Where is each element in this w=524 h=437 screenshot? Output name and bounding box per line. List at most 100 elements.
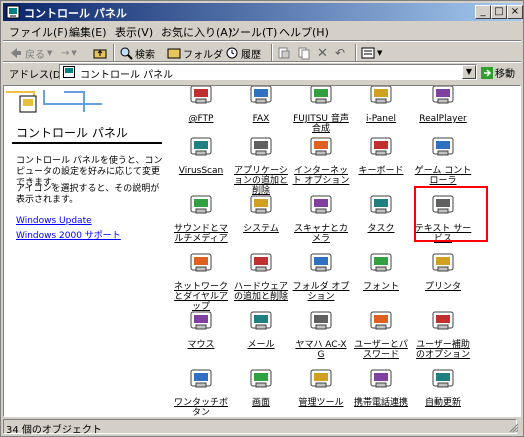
control-panel-item-label: 管理ツール — [298, 398, 344, 408]
move-to-icon — [278, 47, 290, 59]
accessibility-icon — [432, 311, 454, 330]
control-panel-item[interactable]: 携帯電話連携 — [352, 364, 410, 416]
control-panel-item[interactable]: アプリケーションの追加と削除 — [232, 132, 290, 196]
ftp-icon — [190, 86, 212, 104]
info-hint: アイコンを選択すると、その説明が表示されます。 — [16, 184, 160, 205]
history-icon — [226, 47, 238, 59]
delete-button[interactable]: ✕ — [317, 45, 328, 61]
menu-file[interactable]: ファイル(F) — [9, 24, 68, 40]
status-text: 34 個のオブジェクト — [6, 425, 102, 436]
control-panel-item[interactable]: フォルダ オプション — [292, 248, 350, 308]
move-to-button[interactable] — [277, 45, 291, 61]
content-area: コントロール パネル コントロール パネルを使うと、コンピュータの設定を好みに応… — [3, 85, 521, 417]
control-panel-item[interactable]: サウンドとマルチメディア — [172, 190, 230, 250]
info-pane-title: コントロール パネル — [16, 126, 128, 140]
menu-bar: ファイル(F) 編集(E) 表示(V) お気に入り(A) ツール(T) ヘルプ(… — [3, 22, 521, 40]
go-button[interactable]: 移動 — [481, 65, 515, 80]
control-panel-item[interactable]: ワンタッチボタン — [172, 364, 230, 416]
title-bar[interactable]: コントロール パネル _ □ × — [3, 3, 523, 21]
control-panel-item[interactable]: ユーザーとパスワード — [352, 306, 410, 366]
control-panel-icon — [6, 5, 20, 19]
control-panel-item-label: キーボード — [358, 166, 404, 176]
auto-update-icon — [432, 369, 454, 388]
minimize-button[interactable]: _ — [475, 5, 491, 19]
control-panel-item[interactable]: タスク — [352, 190, 410, 250]
close-button[interactable]: × — [507, 5, 523, 19]
keyboard-icon — [370, 137, 392, 156]
control-panel-window: コントロール パネル _ □ × ファイル(F) 編集(E) 表示(V) お気に… — [0, 0, 524, 437]
control-panel-item[interactable]: 画面 — [232, 364, 290, 416]
menu-edit[interactable]: 編集(E) — [69, 24, 107, 40]
maximize-button[interactable]: □ — [491, 5, 507, 19]
resize-grip-icon[interactable] — [509, 423, 519, 433]
menu-help[interactable]: ヘルプ(H) — [279, 24, 329, 40]
search-button[interactable]: 検索 — [119, 45, 155, 61]
window-title: コントロール パネル — [24, 7, 127, 20]
up-folder-icon — [93, 49, 107, 59]
mobile-phone-icon — [370, 369, 392, 388]
game-controller-icon — [432, 137, 454, 156]
history-button[interactable]: 履歴 — [225, 45, 261, 61]
highlight-box — [414, 186, 488, 242]
control-panel-item-label: VirusScan — [178, 166, 224, 176]
banner-graphic — [6, 90, 102, 113]
control-panel-item[interactable]: ハードウェアの追加と削除 — [232, 248, 290, 308]
control-panel-item-label: スキャナとカメラ — [293, 224, 348, 244]
folders-button[interactable]: フォルダ — [167, 45, 223, 61]
control-panel-item[interactable]: 管理ツール — [292, 364, 350, 416]
menu-favorites[interactable]: お気に入り(A) — [161, 24, 232, 40]
address-label: アドレス(D) — [9, 70, 65, 81]
ipanel-icon — [370, 86, 392, 104]
chevron-down-icon: ▼ — [377, 49, 383, 57]
control-panel-item[interactable]: インターネット オプション — [292, 132, 350, 192]
users-passwords-icon — [370, 311, 392, 330]
toolbar-separator — [113, 44, 115, 62]
title-underline — [12, 142, 162, 144]
control-panel-item[interactable]: フォント — [352, 248, 410, 308]
views-icon — [361, 47, 375, 59]
yamaha-icon — [310, 311, 332, 330]
control-panel-item-label: システム — [243, 224, 279, 234]
display-icon — [250, 369, 272, 388]
sound-icon — [190, 195, 212, 214]
speech-icon — [310, 86, 332, 104]
views-button[interactable]: ▼ — [361, 45, 382, 61]
control-panel-item[interactable]: 自動更新 — [414, 364, 472, 416]
control-panel-icon — [63, 66, 75, 78]
fonts-icon — [370, 253, 392, 272]
control-panel-item[interactable]: メール — [232, 306, 290, 366]
control-panel-item[interactable]: ゲーム コントローラ — [414, 132, 472, 192]
control-panel-item[interactable]: キーボード — [352, 132, 410, 192]
control-panel-item-label: FAX — [252, 114, 270, 124]
control-panel-item-label: ユーザーとパスワード — [354, 340, 408, 360]
menu-view[interactable]: 表示(V) — [115, 24, 153, 40]
menu-tools[interactable]: ツール(T) — [229, 24, 277, 40]
control-panel-item[interactable]: プリンタ — [414, 248, 472, 308]
control-panel-item[interactable]: マウス — [172, 306, 230, 366]
control-panel-item[interactable]: ユーザー補助のオプション — [414, 306, 472, 366]
control-panel-item[interactable]: VirusScan — [172, 132, 230, 192]
copy-to-icon — [298, 47, 310, 60]
address-input[interactable]: コントロール パネル ▼ — [59, 64, 477, 81]
control-panel-item[interactable]: ネットワークとダイヤルアップ — [172, 248, 230, 312]
control-panel-item[interactable]: システム — [232, 190, 290, 250]
folders-icon — [167, 48, 181, 59]
toolbar-separator — [271, 44, 273, 62]
windows-2000-support-link[interactable]: Windows 2000 サポート — [16, 228, 121, 241]
control-panel-item[interactable]: スキャナとカメラ — [292, 190, 350, 250]
control-panel-item-label: サウンドとマルチメディア — [173, 224, 228, 244]
back-button[interactable]: 戻る ▼ — [9, 45, 52, 61]
search-icon — [120, 47, 133, 60]
control-panel-item[interactable]: ヤマハ AC-XG — [292, 306, 350, 366]
copy-to-button[interactable] — [297, 45, 311, 61]
internet-options-icon — [310, 137, 332, 156]
up-folder-button[interactable] — [93, 45, 107, 61]
control-panel-item-label: フォルダ オプション — [292, 282, 350, 302]
address-dropdown-button[interactable]: ▼ — [462, 65, 476, 79]
mouse-icon — [190, 311, 212, 330]
undo-button[interactable]: ↶ — [335, 45, 345, 61]
address-bar: アドレス(D) コントロール パネル ▼ 移動 — [3, 62, 521, 82]
forward-button[interactable]: → ▼ — [61, 45, 77, 61]
printers-icon — [432, 253, 454, 272]
windows-update-link[interactable]: Windows Update — [16, 216, 92, 226]
